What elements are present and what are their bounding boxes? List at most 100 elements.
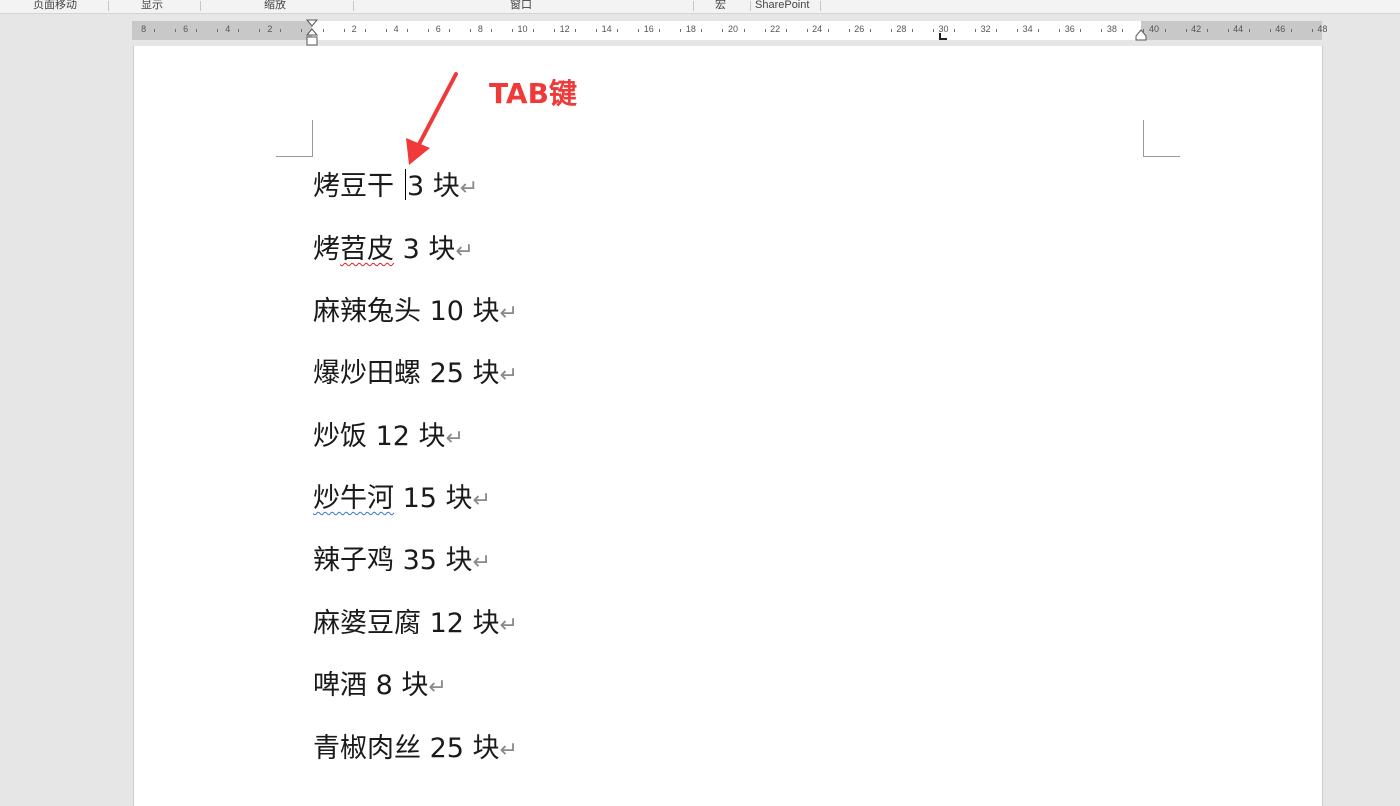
ruler-number: 28 [896, 24, 907, 34]
paragraph-mark-icon: ↵ [472, 550, 491, 575]
annotation-label: TAB键 [489, 77, 577, 110]
paragraph-mark-icon: ↵ [428, 675, 447, 700]
tab-stop-left-icon[interactable] [938, 33, 948, 42]
document-line[interactable]: 麻婆豆腐 12 块↵ [313, 604, 518, 644]
ruler-tick [470, 29, 471, 32]
item-name: 青椒肉丝 [313, 733, 421, 764]
paragraph-mark-icon: ↵ [499, 738, 518, 763]
item-price: 35 块 [402, 545, 473, 576]
ruler-tick [1080, 29, 1081, 32]
ruler-tick [428, 29, 429, 32]
ruler-tick [828, 29, 829, 32]
ruler-number: 20 [727, 24, 739, 34]
item-price: 3 块 [402, 234, 456, 265]
ruler-tick [659, 29, 660, 32]
ruler-number: 24 [812, 24, 823, 34]
ruler-ticks: 8 6 4 2 2 4 6 8 10 12 14 16 18 20 22 24 26 28 30 32 34 36 38 40… [0, 0, 1400, 50]
item-name: 啤酒 [313, 670, 367, 701]
ruler-tick [407, 29, 408, 32]
ruler-number: 8 [477, 24, 483, 34]
ruler-number: 14 [601, 24, 612, 34]
ruler-tick [638, 29, 639, 32]
document-line[interactable]: 烤豆干 3 块↵ [313, 167, 478, 207]
paragraph-mark-icon: ↵ [455, 239, 474, 264]
ruler-tick [512, 29, 513, 32]
ruler-tick [344, 29, 345, 32]
ruler-number: 2 [267, 24, 273, 34]
ruler-number: 42 [1191, 24, 1202, 34]
document-line[interactable]: 炒牛河 15 块↵ [313, 479, 491, 519]
ruler-tick [996, 29, 997, 32]
item-price: 12 块 [429, 608, 500, 639]
document-line[interactable]: 烤苕皮 3 块↵ [313, 230, 474, 270]
document-line[interactable]: 啤酒 8 块↵ [313, 666, 447, 706]
item-price: 8 块 [375, 670, 429, 701]
item-price: 3 块 [407, 171, 460, 202]
margin-corner-top-right [1143, 120, 1180, 157]
ruler-number: 34 [1022, 24, 1033, 34]
ruler-tick [1038, 29, 1039, 32]
ruler-tick [1207, 29, 1208, 32]
ruler-tick [259, 29, 260, 32]
paragraph-mark-icon: ↵ [459, 176, 479, 201]
margin-corner-top-left [276, 120, 313, 157]
ruler-number: 8 [141, 24, 147, 34]
text-cursor [405, 169, 406, 200]
paragraph-mark-icon: ↵ [499, 301, 518, 326]
ruler-number: 48 [1317, 24, 1328, 34]
document-line[interactable]: 爆炒田螺 25 块↵ [313, 354, 518, 394]
item-name: 烤豆干 [313, 171, 394, 202]
item-price: 12 块 [375, 421, 446, 452]
ruler-tick [1228, 29, 1229, 32]
ruler-tick [491, 29, 492, 32]
ruler-number: 22 [770, 24, 781, 34]
ruler-tick [1186, 29, 1187, 32]
ruler-tick [596, 29, 597, 32]
ruler-tick [365, 29, 366, 32]
document-line[interactable]: 炒饭 12 块↵ [313, 417, 464, 457]
ruler-number: 6 [435, 24, 441, 34]
ruler-number: 44 [1233, 24, 1244, 34]
ruler-tick [891, 29, 892, 32]
ruler-number: 4 [393, 24, 399, 34]
ruler-number: 40 [1148, 24, 1160, 34]
item-price: 25 块 [429, 733, 500, 764]
paragraph-mark-icon: ↵ [499, 363, 518, 388]
item-name: 炒牛河 [313, 483, 394, 514]
item-name: 麻婆豆腐 [313, 608, 421, 639]
ruler-tick [1249, 29, 1250, 32]
ruler-tick [301, 29, 302, 32]
document-page[interactable] [133, 46, 1323, 806]
item-name: 烤苕皮 [313, 234, 394, 265]
item-name: 炒饭 [313, 421, 367, 452]
right-indent-icon[interactable] [1135, 28, 1147, 41]
first-line-indent-icon[interactable] [306, 19, 318, 47]
paragraph-mark-icon: ↵ [472, 488, 491, 513]
spelling-error-underline[interactable]: 苕皮 [340, 234, 394, 265]
ruler-tick [954, 29, 955, 32]
ruler-tick [238, 29, 239, 32]
ruler-number: 26 [854, 24, 865, 34]
ruler-tick [744, 29, 745, 32]
ruler-tick [1017, 29, 1018, 32]
ruler-tick [617, 29, 618, 32]
document-line[interactable]: 麻辣兔头 10 块↵ [313, 292, 518, 332]
ruler-tick [786, 29, 787, 32]
ruler-tick [554, 29, 555, 32]
document-line[interactable]: 辣子鸡 35 块↵ [313, 541, 491, 581]
ruler-number: 6 [183, 24, 189, 34]
ruler-tick [807, 29, 808, 32]
paragraph-mark-icon: ↵ [445, 426, 464, 451]
ruler-number: 18 [685, 24, 696, 34]
ruler-tick [1165, 29, 1166, 32]
paragraph-mark-icon: ↵ [499, 613, 518, 638]
ruler-tick [1122, 29, 1123, 32]
ruler-tick [912, 29, 913, 32]
ruler-tick [323, 29, 324, 32]
ruler-tick [849, 29, 850, 32]
document-line[interactable]: 青椒肉丝 25 块↵ [313, 729, 518, 769]
ruler-tick [975, 29, 976, 32]
ruler-number: 2 [351, 24, 357, 34]
ruler-number: 36 [1064, 24, 1075, 34]
ruler-tick [1101, 29, 1102, 32]
